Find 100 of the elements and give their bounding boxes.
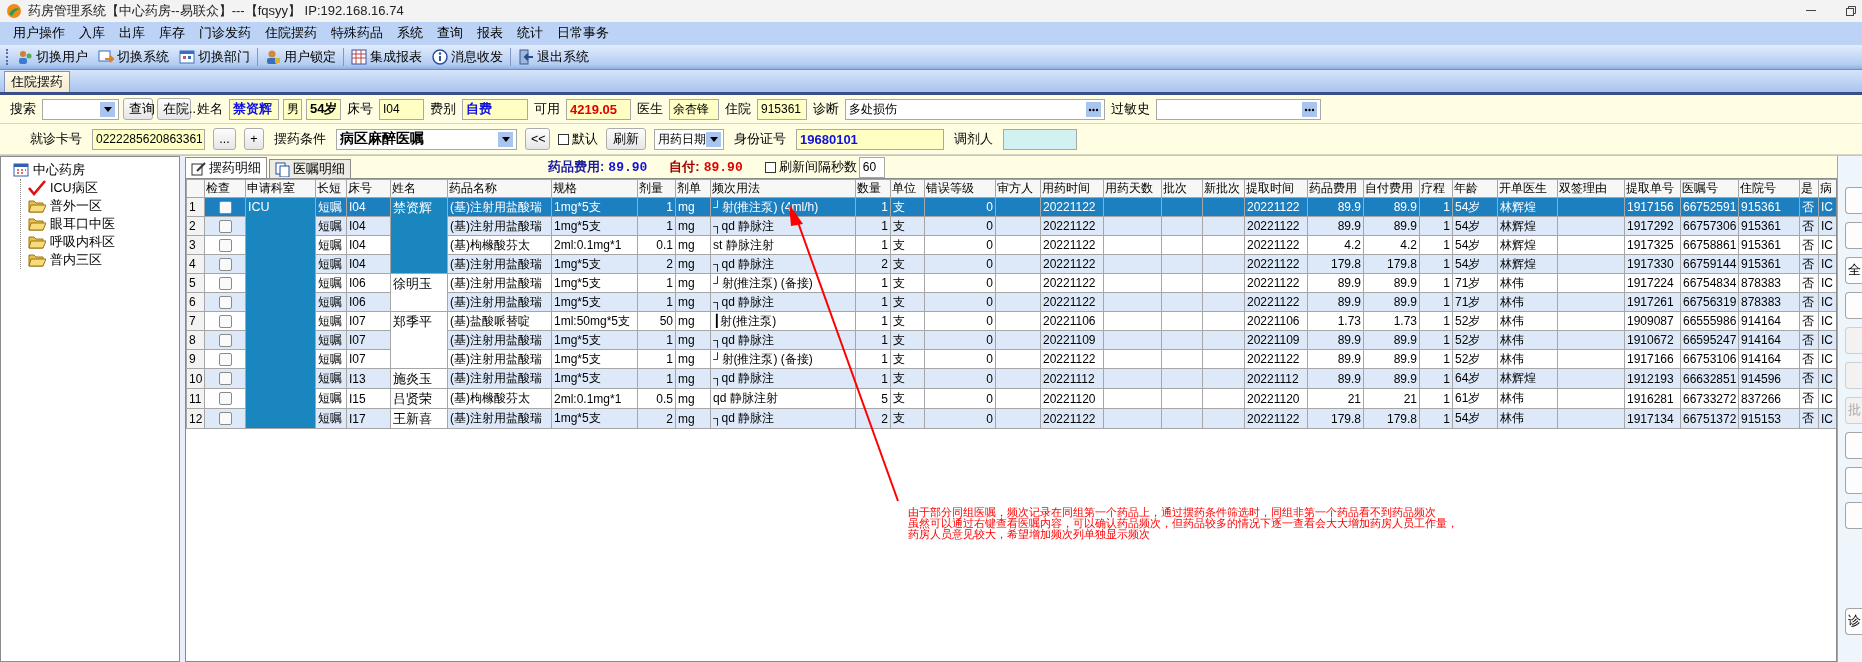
default-checkbox[interactable]: 默认 <box>558 130 598 148</box>
row-checkbox[interactable] <box>218 295 232 309</box>
side-button[interactable] <box>1845 187 1862 214</box>
column-header[interactable]: 用药时间 <box>1040 179 1104 198</box>
text-field[interactable]: 男 <box>283 98 302 120</box>
row-checkbox[interactable] <box>218 276 232 290</box>
tree-item[interactable]: ICU病区 <box>50 179 98 197</box>
text-field[interactable]: 54岁 <box>306 98 341 120</box>
menu-item[interactable]: 住院摆药 <box>258 25 324 42</box>
form-button[interactable]: + <box>244 128 264 150</box>
more-button[interactable] <box>1302 101 1317 117</box>
column-header[interactable]: 提取单号 <box>1624 179 1681 198</box>
menu-item[interactable]: 日常事务 <box>550 25 616 42</box>
column-header[interactable]: 规格 <box>551 179 638 198</box>
column-header[interactable]: 自付费用 <box>1363 179 1420 198</box>
tab[interactable]: 医嘱明细 <box>269 159 351 178</box>
combo-box[interactable]: 病区麻醉医嘱 <box>336 128 517 150</box>
column-header[interactable]: 姓名 <box>390 179 448 198</box>
column-header[interactable]: 错误等级 <box>924 179 996 198</box>
toolbar-button[interactable]: 用户锁定 <box>262 47 339 67</box>
column-header[interactable]: 疗程 <box>1419 179 1453 198</box>
column-header[interactable]: 药品费用 <box>1307 179 1364 198</box>
column-header[interactable]: 单位 <box>890 179 925 198</box>
column-header[interactable]: 开单医生 <box>1497 179 1558 198</box>
menu-item[interactable]: 库存 <box>152 25 192 42</box>
column-header[interactable]: 用药天数 <box>1103 179 1162 198</box>
row-checkbox[interactable] <box>218 333 232 347</box>
interval-field[interactable]: 60 <box>858 156 885 178</box>
menu-item[interactable]: 入库 <box>72 25 112 42</box>
dropdown-button[interactable] <box>498 131 513 147</box>
row-checkbox[interactable] <box>218 372 232 385</box>
text-field[interactable]: 4219.05 <box>566 98 631 120</box>
tab[interactable]: 住院摆药 <box>4 71 70 92</box>
column-header[interactable]: 审方人 <box>995 179 1041 198</box>
column-header[interactable]: 药品名称 <box>447 179 552 198</box>
column-header[interactable]: 医嘱号 <box>1680 179 1739 198</box>
row-checkbox[interactable] <box>218 392 232 405</box>
toolbar-button[interactable]: 切换部门 <box>176 47 253 67</box>
tree-item[interactable]: 中心药房 <box>33 161 85 179</box>
toolbar-button[interactable]: 集成报表 <box>348 47 425 67</box>
row-checkbox[interactable] <box>218 200 232 214</box>
row-checkbox[interactable] <box>218 314 232 328</box>
menu-item[interactable]: 特殊药品 <box>324 25 390 42</box>
menu-item[interactable]: 系统 <box>390 25 430 42</box>
toolbar-button[interactable]: 消息收发 <box>429 47 506 67</box>
more-button[interactable] <box>1086 101 1101 117</box>
column-header[interactable]: 长短 <box>315 179 347 198</box>
form-button[interactable]: ... <box>213 128 236 150</box>
text-field[interactable]: 915361 <box>757 98 807 120</box>
toolbar-button[interactable]: 退出系统 <box>515 47 592 67</box>
side-button[interactable] <box>1845 222 1862 249</box>
form-button[interactable]: 查询 <box>123 98 153 120</box>
column-header[interactable]: 申请科室 <box>245 179 316 198</box>
column-header[interactable]: 新批次 <box>1202 179 1245 198</box>
tree-item[interactable]: 眼耳口中医 <box>50 215 115 233</box>
text-field[interactable]: 禁资辉 <box>229 98 279 120</box>
column-header[interactable]: 床号 <box>346 179 391 198</box>
tree-item[interactable]: 呼吸内科区 <box>50 233 115 251</box>
menu-item[interactable]: 用户操作 <box>6 25 72 42</box>
tree-item[interactable]: 普外一区 <box>50 197 102 215</box>
column-header[interactable]: 数量 <box>855 179 891 198</box>
text-field[interactable]: 19680101 <box>796 128 944 150</box>
text-field[interactable]: 0222285620863361 <box>92 128 205 150</box>
tab[interactable]: 摆药明细 <box>185 157 267 178</box>
column-header[interactable]: 剂单 <box>675 179 711 198</box>
menu-item[interactable]: 出库 <box>112 25 152 42</box>
toolbar-button[interactable]: 切换系统 <box>95 47 172 67</box>
row-checkbox[interactable] <box>218 219 232 233</box>
refresh-checkbox[interactable]: 刷新间隔秒数 <box>764 158 857 176</box>
column-header[interactable]: 频次用法 <box>710 179 856 198</box>
tree-item[interactable]: 普内三区 <box>50 251 102 269</box>
column-header[interactable]: 剂量 <box>637 179 676 198</box>
column-header[interactable]: 住院号 <box>1738 179 1800 198</box>
text-field[interactable] <box>1003 128 1077 150</box>
dropdown-button[interactable] <box>100 101 115 117</box>
menu-item[interactable]: 查询 <box>430 25 470 42</box>
row-checkbox[interactable] <box>218 238 232 252</box>
row-checkbox[interactable] <box>218 412 232 425</box>
row-checkbox[interactable] <box>218 352 232 366</box>
menu-item[interactable]: 报表 <box>470 25 510 42</box>
side-button[interactable] <box>1845 292 1862 319</box>
restore-icon[interactable] <box>1846 6 1856 16</box>
side-button[interactable]: 全 <box>1845 257 1862 284</box>
text-field[interactable]: I04 <box>379 98 424 120</box>
side-button[interactable]: 诊 <box>1845 608 1862 635</box>
form-button[interactable]: 刷新 <box>606 128 646 150</box>
column-header[interactable]: 提取时间 <box>1244 179 1308 198</box>
dropdown-button[interactable] <box>706 131 721 147</box>
column-header[interactable]: 年龄 <box>1452 179 1498 198</box>
form-button[interactable]: << <box>525 128 550 150</box>
lookup-field[interactable]: 多处损伤 <box>845 98 1105 120</box>
side-button[interactable] <box>1845 502 1862 529</box>
combo-box[interactable]: 用药日期 <box>654 128 724 150</box>
text-field[interactable]: 自费 <box>462 98 528 120</box>
lookup-field[interactable] <box>1156 98 1321 120</box>
column-header[interactable]: 批次 <box>1161 179 1203 198</box>
toolbar-button[interactable]: 切换用户 <box>14 47 91 67</box>
row-checkbox[interactable] <box>218 257 232 271</box>
minimize-icon[interactable] <box>1806 10 1816 12</box>
column-header[interactable]: 检查 <box>204 179 246 198</box>
